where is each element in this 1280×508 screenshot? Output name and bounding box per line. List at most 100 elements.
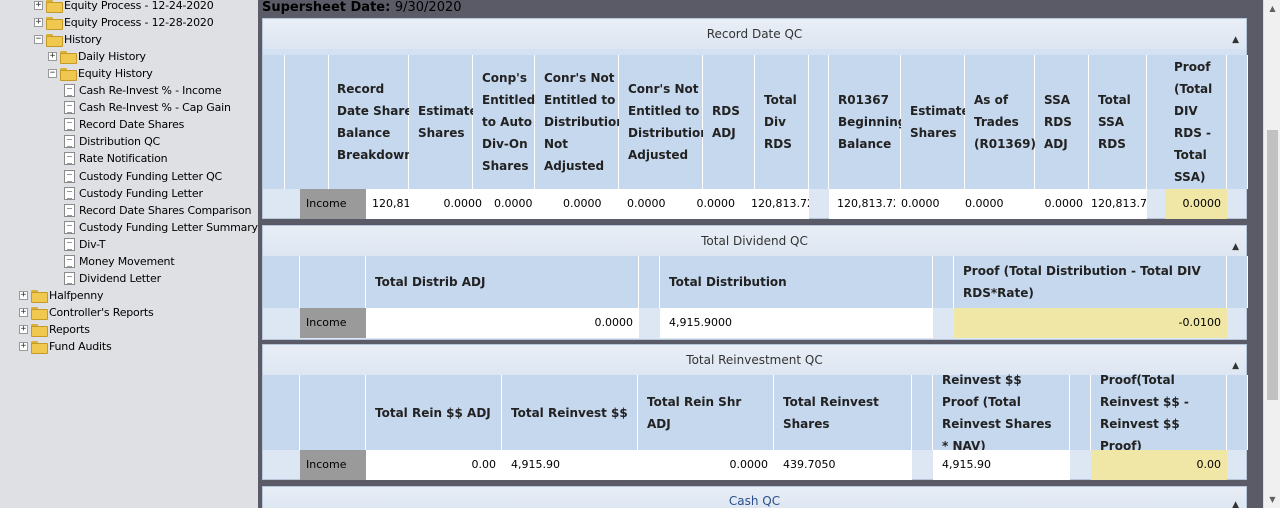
header-reinvest-proof: Reinvest $$ Proof (Total Reinvest Shares…: [933, 373, 1070, 453]
cell-conr-not-adjusted: 0.0000: [535, 189, 619, 219]
expand-icon[interactable]: +: [19, 290, 28, 300]
expand-icon[interactable]: +: [19, 342, 28, 351]
panel-header[interactable]: Record Date QC ▲: [263, 19, 1246, 49]
folder-icon: [31, 289, 48, 303]
tree-node[interactable]: Rate Notification: [64, 150, 168, 167]
tree-node[interactable]: + Reports: [19, 321, 90, 338]
panel-header[interactable]: Total Reinvestment QC ▲: [263, 345, 1246, 375]
cell-proof: 0.0000: [1165, 189, 1227, 219]
collapse-icon[interactable]: −: [34, 35, 43, 45]
document-icon: [64, 220, 75, 234]
tree-node[interactable]: + Halfpenny: [19, 287, 104, 304]
header-blank: [263, 375, 300, 450]
tree-node[interactable]: − Equity History: [48, 65, 153, 82]
document-icon: [64, 169, 75, 183]
tree-node[interactable]: + Daily History: [48, 48, 146, 65]
tree-node[interactable]: Cash Re-Invest % - Income: [64, 82, 222, 99]
header-conr-adjusted: Conr's Not Entitled to Distribution Adju…: [619, 55, 709, 189]
collapse-icon[interactable]: −: [48, 69, 57, 79]
tree-node-label[interactable]: History: [64, 33, 102, 46]
cell-conp-entitled: 0.0000: [488, 189, 535, 219]
header-blank: [263, 256, 300, 308]
scroll-up-icon[interactable]: ▲: [1264, 0, 1280, 17]
tree-node-label[interactable]: Fund Audits: [49, 340, 112, 353]
tree-node-label[interactable]: Rate Notification: [79, 152, 168, 165]
expand-icon[interactable]: +: [48, 52, 57, 62]
header-total-reinvest: Total Reinvest $$: [502, 375, 638, 450]
expand-icon[interactable]: +: [34, 1, 43, 10]
tree-node-label[interactable]: Equity History: [78, 67, 153, 80]
document-icon: [64, 118, 75, 132]
tree-node[interactable]: Custody Funding Letter: [64, 185, 203, 202]
tree-node[interactable]: − History: [34, 31, 102, 48]
header-blank: [285, 55, 329, 189]
tree-node[interactable]: + Equity Process - 12-28-2020: [34, 14, 214, 31]
tree-node[interactable]: Div-T: [64, 236, 106, 253]
document-icon: [64, 101, 75, 115]
panel-title: Cash QC: [728, 494, 781, 508]
tree-node-label[interactable]: Money Movement: [79, 255, 175, 268]
cell-estimate-shares: 0.0000: [409, 189, 488, 219]
tree-node-label[interactable]: Controller's Reports: [49, 306, 154, 319]
scroll-down-icon[interactable]: ▼: [1264, 491, 1280, 508]
vertical-scrollbar[interactable]: ▲ ▼: [1263, 0, 1280, 508]
header-total-div-rds: Total Div RDS: [755, 55, 809, 189]
header-blank: [300, 375, 366, 450]
tree-node-label[interactable]: Equity Process - 12-24-2020: [64, 0, 214, 12]
header-total-ssa-rds: Total SSA RDS: [1089, 55, 1147, 189]
tree-node-label[interactable]: Reports: [49, 323, 90, 336]
total-reinvestment-qc-panel: Total Reinvestment QC ▲ Total Rein $$ AD…: [262, 344, 1248, 480]
collapse-icon[interactable]: ▲: [1232, 491, 1239, 508]
tree-node[interactable]: Money Movement: [64, 253, 175, 270]
tree-node-label[interactable]: Daily History: [78, 50, 146, 63]
header-conr-not-adjusted: Conr's Not Entitled to Distribution Not …: [535, 55, 625, 189]
expand-icon[interactable]: +: [19, 307, 28, 317]
panel-header[interactable]: Cash QC ▲: [263, 487, 1246, 508]
document-icon: [64, 237, 75, 251]
panel-title: Record Date QC: [706, 27, 803, 41]
row-label: Income: [300, 450, 366, 480]
folder-icon: [31, 323, 48, 337]
expand-icon[interactable]: +: [19, 324, 28, 334]
tree-node-label[interactable]: Dividend Letter: [79, 272, 161, 285]
tree-node-label[interactable]: Equity Process - 12-28-2020: [64, 16, 214, 29]
expand-icon[interactable]: +: [34, 18, 43, 28]
tree-node-label[interactable]: Custody Funding Letter Summary: [79, 221, 258, 234]
header-conp-entitled: Conp's Entitled to Auto Div-On Shares: [473, 55, 535, 189]
cash-qc-panel: Cash QC ▲: [262, 486, 1247, 508]
tree-node[interactable]: Custody Funding Letter Summary: [64, 219, 258, 236]
header-total-rein-adj: Total Rein $$ ADJ: [366, 375, 502, 450]
tree-node-label[interactable]: Distribution QC: [79, 135, 160, 148]
tree-node[interactable]: Distribution QC: [64, 133, 160, 150]
cell-r01367: 120,813.72: [829, 189, 901, 219]
tree-node[interactable]: Custody Funding Letter QC: [64, 168, 222, 185]
tree-node[interactable]: + Controller's Reports: [19, 304, 154, 321]
tree-node-label[interactable]: Cash Re-Invest % - Income: [79, 84, 222, 97]
record-date-qc-panel: Record Date QC ▲ Record Date Share Balan…: [262, 18, 1248, 219]
header-blank: [1227, 375, 1248, 450]
cell-total-distribution: 4,915.9000: [660, 308, 933, 338]
document-icon: [64, 186, 75, 200]
tree-node[interactable]: + Equity Process - 12-24-2020: [34, 0, 214, 14]
tree-node[interactable]: Cash Re-Invest % - Cap Gain: [64, 99, 231, 116]
tree-node-label[interactable]: Record Date Shares Comparison: [79, 204, 252, 217]
cell-rds-adj: 0.0000: [667, 189, 741, 219]
tree-node-label[interactable]: Custody Funding Letter QC: [79, 170, 222, 183]
tree-node[interactable]: + Fund Audits: [19, 338, 112, 355]
row-label: Income: [300, 308, 366, 338]
cell-total-div-rds: 120,813.72: [741, 189, 809, 219]
tree-node-label[interactable]: Cash Re-Invest % - Cap Gain: [79, 101, 231, 114]
folder-icon: [31, 306, 48, 320]
tree-node[interactable]: Record Date Shares: [64, 116, 184, 133]
tree-node-label[interactable]: Halfpenny: [49, 289, 104, 302]
tree-node-label[interactable]: Custody Funding Letter: [79, 187, 203, 200]
scrollbar-thumb[interactable]: [1267, 130, 1278, 400]
row-label: Income: [300, 189, 366, 219]
tree-node-label[interactable]: Div-T: [79, 238, 106, 251]
tree-node[interactable]: Dividend Letter: [64, 270, 161, 287]
tree-node-label[interactable]: Record Date Shares: [79, 118, 184, 131]
folder-icon: [31, 341, 48, 354]
tree-node[interactable]: Record Date Shares Comparison: [64, 202, 252, 219]
panel-header[interactable]: Total Dividend QC ▲: [263, 226, 1246, 256]
header-total-rein-shr-adj: Total Rein Shr ADJ: [638, 375, 774, 450]
